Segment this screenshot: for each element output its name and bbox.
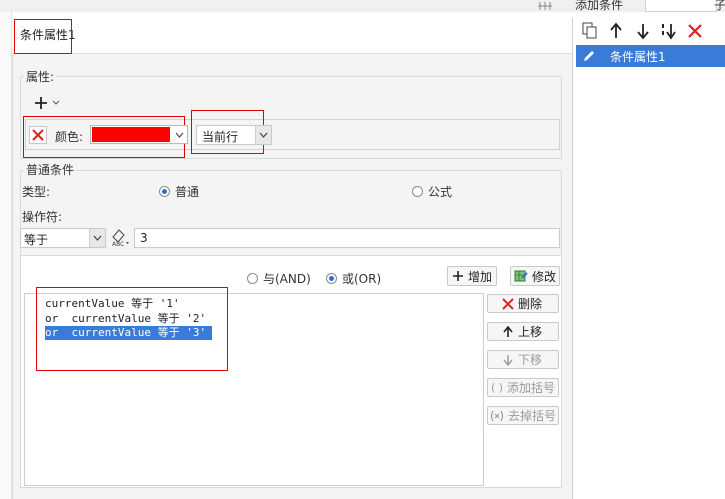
title-highlight (14, 19, 72, 54)
add-condition-button[interactable]: 增加 (447, 266, 497, 286)
delete-icon[interactable] (687, 23, 703, 39)
radio-icon (412, 186, 423, 197)
value-type-icon[interactable]: ABC (110, 227, 132, 248)
bracket-icon: ( ) (490, 381, 504, 394)
type-label: 类型: (22, 185, 51, 199)
copy-icon[interactable] (582, 22, 598, 40)
top-input[interactable] (645, 0, 717, 12)
and-option[interactable]: 与(AND) (247, 270, 311, 287)
arrow-up-icon (503, 325, 513, 337)
modify-condition-button[interactable]: 修改 (510, 266, 560, 286)
dropdown-arrow-icon (53, 100, 59, 105)
or-option[interactable]: 或(OR) (326, 270, 381, 287)
radio-selected-icon (326, 273, 337, 284)
pencil-icon (584, 51, 594, 61)
scope-value: 当前行 (202, 130, 239, 144)
add-bracket-label: 添加括号 (507, 381, 556, 395)
chevron-down-icon (89, 229, 105, 247)
modify-button-label: 修改 (531, 269, 556, 284)
chevron-down-icon (171, 126, 187, 143)
list-highlight (36, 287, 228, 371)
add-bracket-button[interactable]: ( ) 添加括号 (487, 378, 559, 397)
remove-bracket-icon (490, 410, 504, 421)
move-down-label: 下移 (518, 353, 543, 367)
add-property-button[interactable] (31, 93, 61, 113)
edit-table-icon (514, 270, 528, 282)
type-formula-option[interactable]: 公式 (412, 183, 452, 200)
dialog-titlebar (12, 18, 572, 54)
delete-button[interactable]: 删除 (487, 294, 559, 313)
operator-label: 操作符: (22, 210, 63, 224)
color-picker[interactable] (90, 125, 188, 144)
remove-bracket-label: 去掉括号 (507, 409, 556, 423)
remove-property-button[interactable] (29, 126, 47, 144)
move-up-label: 上移 (518, 325, 543, 339)
or-label: 或(OR) (342, 272, 382, 286)
operator-value: 等于 (24, 233, 49, 247)
move-down-button[interactable]: 下移 (487, 350, 559, 369)
color-swatch (92, 127, 170, 142)
corner-glyph: 子 (714, 0, 725, 12)
condition-list-panel (572, 18, 725, 499)
close-icon (502, 297, 514, 310)
grid-icon[interactable] (532, 0, 562, 12)
radio-icon (247, 273, 258, 284)
plus-icon (35, 97, 47, 109)
close-icon (32, 129, 44, 141)
operator-select[interactable]: 等于 (20, 228, 106, 248)
move-down-icon[interactable] (636, 22, 650, 40)
type-formula-label: 公式 (428, 185, 453, 199)
and-label: 与(AND) (263, 272, 311, 286)
condition-item-selected[interactable]: 条件属性1 (576, 45, 725, 67)
value-input[interactable]: 3 (134, 228, 560, 248)
add-condition-tab[interactable]: 添加条件 (575, 0, 623, 13)
add-button-label: 增加 (467, 269, 492, 284)
remove-bracket-button[interactable]: 去掉括号 (487, 406, 559, 425)
condition-item-label: 条件属性1 (610, 50, 666, 64)
delete-button-label: 删除 (518, 297, 543, 311)
svg-text:ABC: ABC (112, 241, 124, 247)
scope-select[interactable]: 当前行 (196, 125, 272, 145)
property-section-label: 属性: (24, 68, 57, 85)
move-up-button[interactable]: 上移 (487, 322, 559, 341)
type-normal-option[interactable]: 普通 (159, 183, 199, 200)
condition-section-label: 普通条件 (24, 161, 77, 178)
move-bottom-icon[interactable] (660, 22, 678, 40)
radio-selected-icon (159, 186, 170, 197)
plus-icon (452, 271, 463, 281)
arrow-down-icon (503, 354, 513, 366)
type-normal-label: 普通 (175, 185, 200, 199)
chevron-down-icon (255, 126, 271, 144)
sheet-grid-edge (0, 12, 12, 499)
color-label: 颜色: (55, 130, 84, 144)
move-up-icon[interactable] (609, 22, 623, 40)
